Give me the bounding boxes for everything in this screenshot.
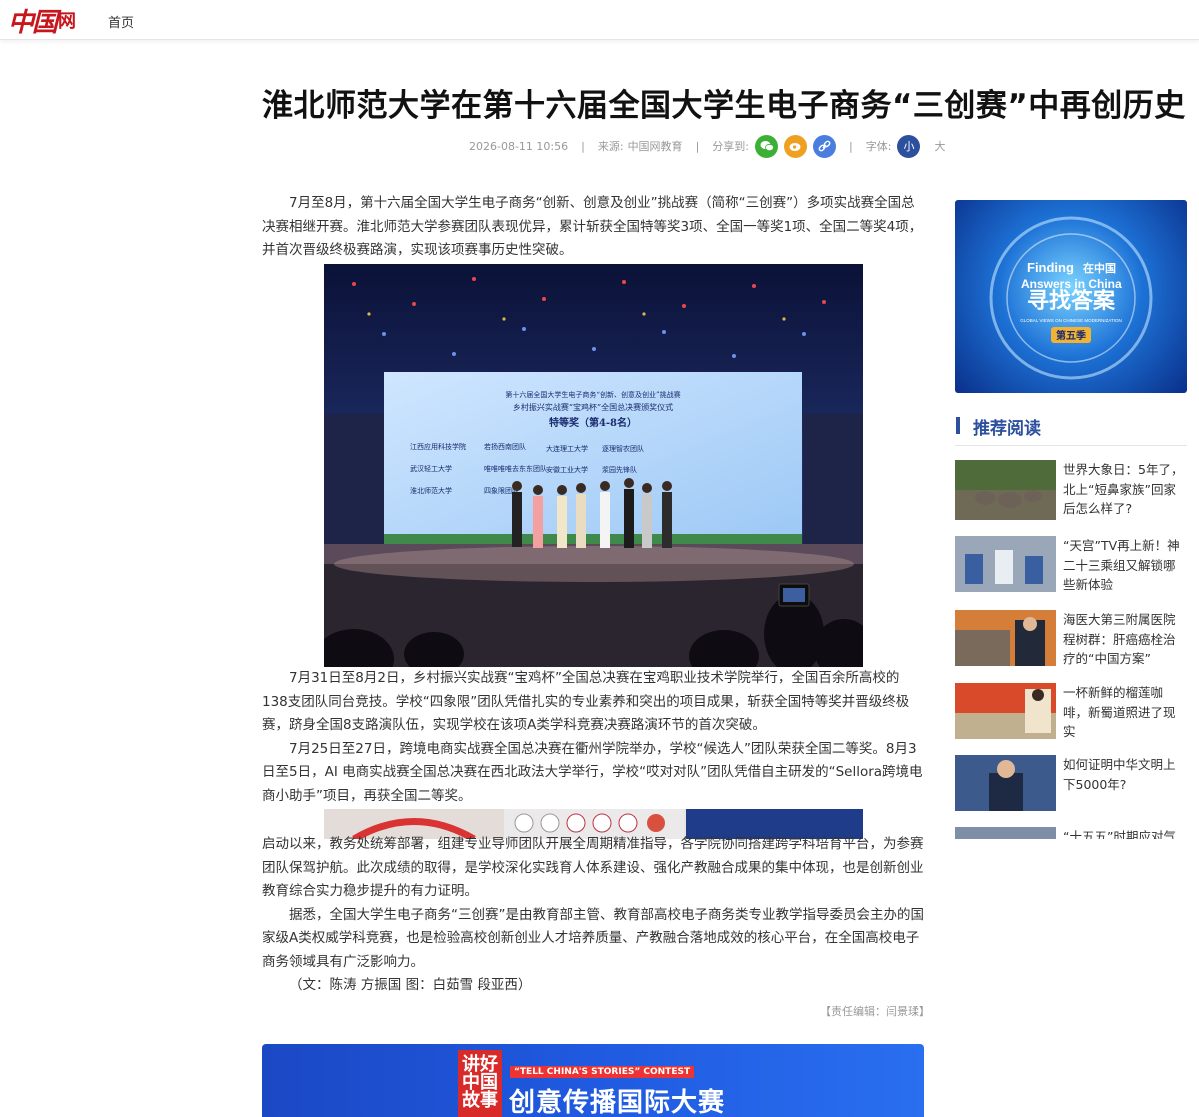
recommended-thumb [955,536,1056,596]
ad-season: 第五季 [1056,329,1087,342]
article-body-bottom: 启动以来，教务处统筹部署，组建专业导师团队开展全周期精准指导，各学院协同搭建跨学… [262,833,924,998]
ad-line1b: 在中国 [1083,261,1116,275]
recommended-item[interactable]: 如何证明中华文明上下5000年? [955,755,1187,817]
team-label: 浆园先锋队 [602,465,637,474]
paragraph: 启动以来，教务处统筹部署，组建专业导师团队开展全周期精准指导，各学院协同搭建跨学… [262,836,924,899]
site-logo[interactable]: 中国 网 [8,6,77,38]
recommended-title: 推荐阅读 [973,419,1041,439]
logo-net: 网 [58,11,77,32]
font-big-button[interactable]: 大 [934,138,945,154]
team-label: 淮北师范大学 [410,486,452,495]
team-label: 安徽工业大学 [546,465,588,474]
contest-banner[interactable]: 讲好中国故事 “TELL CHINA'S STORIES” CONTEST 创意… [262,1044,924,1117]
source-label: 来源: [597,140,624,153]
article-title: 淮北师范大学在第十六届全国大学生电子商务“三创赛”中再创历史 [262,88,1186,124]
team-label: 逐理智农团队 [602,444,644,453]
top-bar: 中国 网 首页 [0,0,1199,40]
recommended-thumb [955,827,1056,839]
banner-title: 创意传播国际大赛 [509,1088,726,1117]
heading-accent-bar [956,417,960,434]
logo-mark: 中国 [8,7,58,38]
font-label: 字体: [865,140,892,153]
paragraph: 据悉，全国大学生电子商务“三创赛”是由教育部主管、教育部高校电子商务类专业教学指… [262,906,924,970]
meta-divider: | [581,139,585,153]
source-name: 中国网教育 [627,140,683,153]
paragraph: （文：陈涛 方振国 图：白茹雪 段亚西） [289,977,532,993]
award-ceremony-photo: 第十六届全国大学生电子商务“创新、创意及创业”挑战赛 乡村振兴实战赛“宝鸡杯”全… [324,264,863,667]
recommended-thumb [955,460,1056,520]
recommended-item[interactable]: “天宫”TV再上新！神二十三乘组又解锁哪些新体验 [955,536,1187,598]
ad-line3: 寻找答案 [1027,288,1116,314]
recommended-thumb [955,610,1056,670]
copy-link-icon[interactable] [813,134,836,158]
recommended-title-link[interactable]: “十五五”时期应对气候 [1063,827,1187,839]
recommended-item[interactable]: 海医大第三附属医院程树群：肝癌癌栓治疗的“中国方案” [955,610,1187,672]
screen-line3: 特等奖（第4-8名） [549,416,637,429]
article-meta: 2026-08-11 10:56 | 来源: 中国网教育 | 分享到: | 字体… [469,134,945,158]
meta-divider: | [695,139,700,153]
team-label: 江西应用科技学院 [410,442,466,451]
recommended-heading: 推荐阅读 [955,414,1187,446]
recommended-title-link[interactable]: 世界大象日：5年了，北上“短鼻家族”回家后怎么样了? [1063,460,1187,519]
recommended-thumb [955,683,1056,743]
ad-line4: GLOBAL VIEWS ON CHINESE MODERNIZATION [1020,318,1122,323]
finding-answers-ad[interactable]: Finding 在中国 Answers in China 寻找答案 GLOBAL… [955,200,1187,393]
team-label: 武汉轻工大学 [410,464,452,473]
team-label: 唯唯唯唯去东东团队 [484,464,547,473]
recommended-title-link[interactable]: “天宫”TV再上新！神二十三乘组又解锁哪些新体验 [1063,536,1187,595]
recommended-title-link[interactable]: 海医大第三附属医院程树群：肝癌癌栓治疗的“中国方案” [1063,610,1187,669]
recommended-title-link[interactable]: 如何证明中华文明上下5000年? [1063,755,1187,794]
screen-line2: 乡村振兴实战赛“宝鸡杯”全国总决赛颁奖仪式 [513,402,673,412]
weibo-share-icon[interactable] [784,134,807,158]
team-label: 大连理工大学 [546,444,588,453]
recommended-item[interactable]: 世界大象日：5年了，北上“短鼻家族”回家后怎么样了? [955,460,1187,522]
share-label: 分享到: [712,140,749,153]
paragraph: 7月至8月，第十六届全国大学生电子商务“创新、创意及创业”挑战赛（简称“三创赛”… [262,195,923,258]
recommended-thumb [955,755,1056,815]
paragraph: 7月31日至8月2日，乡村振兴实战赛“宝鸡杯”全国总决赛在宝鸡职业技术学院举行，… [262,670,910,733]
wechat-share-icon[interactable] [755,134,778,158]
paragraph: 7月25日至27日，跨境电商实战赛全国总决赛在衢州学院举办，学校“候选人”团队荣… [262,740,923,804]
recommended-title-link[interactable]: 一杯新鲜的榴莲咖啡，新蜀道照进了现实 [1063,683,1187,742]
article-body-mid: 7月31日至8月2日，乡村振兴实战赛“宝鸡杯”全国总决赛在宝鸡职业技术学院举行，… [262,667,924,808]
banner-logo: 讲好中国故事 [458,1050,502,1117]
recommended-item[interactable]: 一杯新鲜的榴莲咖啡，新蜀道照进了现实 [955,683,1187,745]
article-datetime: 2026-08-11 10:56 [469,139,569,153]
nav-home-link[interactable]: 首页 [108,12,134,31]
article-body-top: 7月至8月，第十六届全国大学生电子商务“创新、创意及创业”挑战赛（简称“三创赛”… [262,192,924,263]
recommended-item[interactable]: “十五五”时期应对气候 [955,827,1187,839]
meta-divider: | [849,139,853,153]
screen-line1: 第十六届全国大学生电子商务“创新、创意及创业”挑战赛 [505,390,680,399]
font-small-button[interactable]: 小 [897,134,921,158]
team-label: 若扬西南团队 [484,442,526,451]
banner-subtitle: “TELL CHINA'S STORIES” CONTEST [510,1066,695,1078]
ad-line1: Finding [1027,260,1074,275]
responsible-editor: 【责任编辑：闫景瑈】 [820,1005,930,1018]
